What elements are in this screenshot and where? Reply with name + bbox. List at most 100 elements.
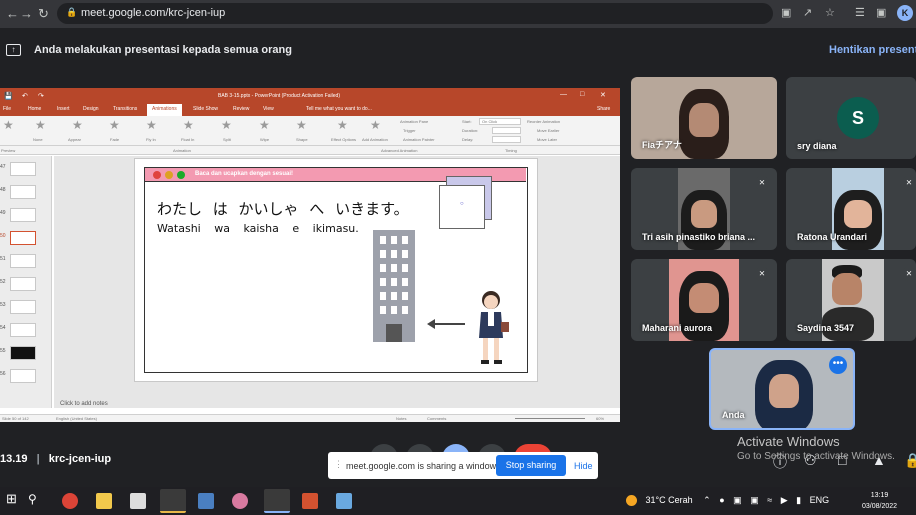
search-icon[interactable]: ⚲ [28, 492, 44, 508]
slide-thumbnail[interactable] [10, 369, 36, 383]
chrome-active-icon[interactable] [264, 489, 290, 513]
slide-thumbnail[interactable] [10, 162, 36, 176]
stop-presenting-button[interactable]: Hentikan presentasi [829, 44, 916, 56]
effect-options-button[interactable]: Effect Options [331, 137, 356, 142]
tab-animations[interactable]: Animations [147, 104, 182, 116]
current-slide[interactable]: Baca dan ucapkan dengan sesuai! わたし は かい… [134, 158, 538, 382]
redo-icon[interactable]: ↷ [38, 92, 44, 100]
participant-tile[interactable]: Fiaチアナ [631, 77, 777, 159]
profile-avatar[interactable]: K [897, 5, 913, 21]
maximize-icon[interactable]: □ [580, 91, 584, 98]
screen-share-notification: ⋮ meet.google.com is sharing a window. S… [328, 452, 598, 479]
anim-shape-icon[interactable]: ★ [296, 118, 307, 132]
close-icon[interactable]: ✕ [600, 91, 606, 99]
lock-meeting-icon[interactable]: 🔒 [904, 452, 916, 469]
save-icon[interactable]: 💾 [4, 92, 13, 100]
add-animation-icon[interactable]: ★ [370, 118, 381, 132]
participant-tile[interactable]: ⨯ Saydina 3547 [786, 259, 916, 341]
app-icon[interactable] [232, 493, 248, 509]
powerpoint-icon[interactable] [302, 493, 318, 509]
tray-battery-icon[interactable]: ▮ [796, 495, 801, 505]
sticky-notes-icon[interactable] [160, 489, 186, 513]
tab-design[interactable]: Design [83, 106, 99, 112]
tab-review[interactable]: Review [233, 106, 249, 112]
tab-view[interactable]: View [263, 106, 274, 112]
anim-flyin-icon[interactable]: ★ [146, 118, 157, 132]
bookmark-star-icon[interactable]: ☆ [825, 6, 835, 19]
zoom-slider[interactable] [515, 418, 585, 419]
more-options-icon[interactable]: ••• [829, 356, 847, 374]
animation-pane-button[interactable]: Animation Pane [400, 119, 428, 124]
slide-thumbnail[interactable] [10, 208, 36, 222]
participant-tile[interactable]: S sry diana [786, 77, 916, 159]
tab-file[interactable]: File [3, 106, 11, 112]
minimize-icon[interactable]: — [560, 91, 567, 98]
self-view-tile[interactable]: ••• Anda [709, 348, 855, 430]
preview-icon[interactable]: ★ [3, 118, 14, 132]
anim-split-icon[interactable]: ★ [221, 118, 232, 132]
tray-volume-icon[interactable]: ▶ [781, 495, 788, 505]
start-select[interactable]: On Click [479, 118, 521, 125]
language-indicator[interactable]: ENG [810, 495, 830, 505]
delay-input[interactable] [492, 136, 521, 143]
anim-wipe-icon[interactable]: ★ [259, 118, 270, 132]
tab-insert[interactable]: Insert [57, 106, 70, 112]
weather-sun-icon[interactable] [626, 495, 637, 507]
slide-thumbnail-selected[interactable] [10, 231, 36, 245]
animation-painter-button[interactable]: Animation Painter [403, 137, 435, 142]
slide-thumbnail[interactable] [10, 277, 36, 291]
slide-thumbnail[interactable] [10, 185, 36, 199]
weather-text[interactable]: 31°C Cerah [646, 495, 693, 505]
share-icon[interactable]: ↗ [803, 6, 812, 19]
comments-toggle[interactable]: Comments [427, 416, 446, 421]
add-animation-button[interactable]: Add Animation [362, 137, 388, 142]
reading-list-icon[interactable]: ☰ [855, 6, 865, 19]
stop-sharing-button[interactable]: Stop sharing [496, 455, 566, 476]
notes-pane[interactable]: Click to add notes [60, 401, 108, 407]
forward-icon[interactable]: → [20, 6, 33, 21]
tray-chevron-icon[interactable]: ⌃ [703, 495, 711, 505]
drag-handle-icon[interactable]: ⋮ [334, 459, 343, 470]
app-icon[interactable] [336, 493, 352, 509]
reload-icon[interactable]: ↻ [38, 6, 49, 22]
move-earlier-button[interactable]: Move Earlier [537, 128, 559, 133]
taskbar-clock[interactable]: 13:19 03/08/2022 [862, 490, 897, 512]
tray-app-icon[interactable]: ▣ [733, 495, 742, 505]
anim-none-icon[interactable]: ★ [35, 118, 46, 132]
anim-fade-icon[interactable]: ★ [109, 118, 120, 132]
file-explorer-icon[interactable] [96, 493, 112, 509]
sharing-message: meet.google.com is sharing a window. [346, 461, 499, 471]
anim-appear-icon[interactable]: ★ [72, 118, 83, 132]
sidebar-icon[interactable]: ▣ [876, 6, 886, 19]
notes-toggle[interactable]: Notes [396, 416, 406, 421]
trigger-button[interactable]: Trigger [403, 128, 416, 133]
tell-me-box[interactable]: Tell me what you want to do... [306, 106, 372, 112]
app-icon[interactable] [130, 493, 146, 509]
slide-thumbnail[interactable] [10, 300, 36, 314]
participant-tile[interactable]: ⨯ Ratona Urandari [786, 168, 916, 250]
undo-icon[interactable]: ↶ [22, 92, 28, 100]
move-later-button[interactable]: Move Later [537, 137, 557, 142]
slide-thumbnail[interactable] [10, 254, 36, 268]
camera-icon[interactable]: ▣ [781, 6, 791, 19]
duration-input[interactable] [492, 127, 521, 134]
hide-button[interactable]: Hide [574, 461, 593, 471]
participant-tile[interactable]: ⨯ Maharani aurora [631, 259, 777, 341]
slide-thumbnail[interactable] [10, 346, 36, 360]
tab-slide-show[interactable]: Slide Show [193, 106, 218, 112]
anim-floatin-icon[interactable]: ★ [183, 118, 194, 132]
app-icon[interactable] [198, 493, 214, 509]
tab-transitions[interactable]: Transitions [113, 106, 137, 112]
chrome-icon[interactable] [62, 493, 78, 509]
participant-tile[interactable]: ⨯ Tri asih pinastiko briana ... [631, 168, 777, 250]
tray-network-icon[interactable]: ▣ [750, 495, 759, 505]
share-button[interactable]: Share [597, 106, 610, 112]
tray-wifi-icon[interactable]: ≈ [767, 495, 772, 505]
address-bar[interactable]: 🔒 meet.google.com/krc-jcen-iup ▣ ↗ ☆ [57, 3, 835, 24]
effect-options-icon[interactable]: ★ [337, 118, 348, 132]
tray-mic-icon[interactable]: ● [719, 495, 724, 505]
tab-home[interactable]: Home [28, 106, 41, 112]
windows-start-icon[interactable]: ⊞ [6, 491, 22, 507]
back-icon[interactable]: ← [6, 6, 19, 21]
slide-thumbnail[interactable] [10, 323, 36, 337]
